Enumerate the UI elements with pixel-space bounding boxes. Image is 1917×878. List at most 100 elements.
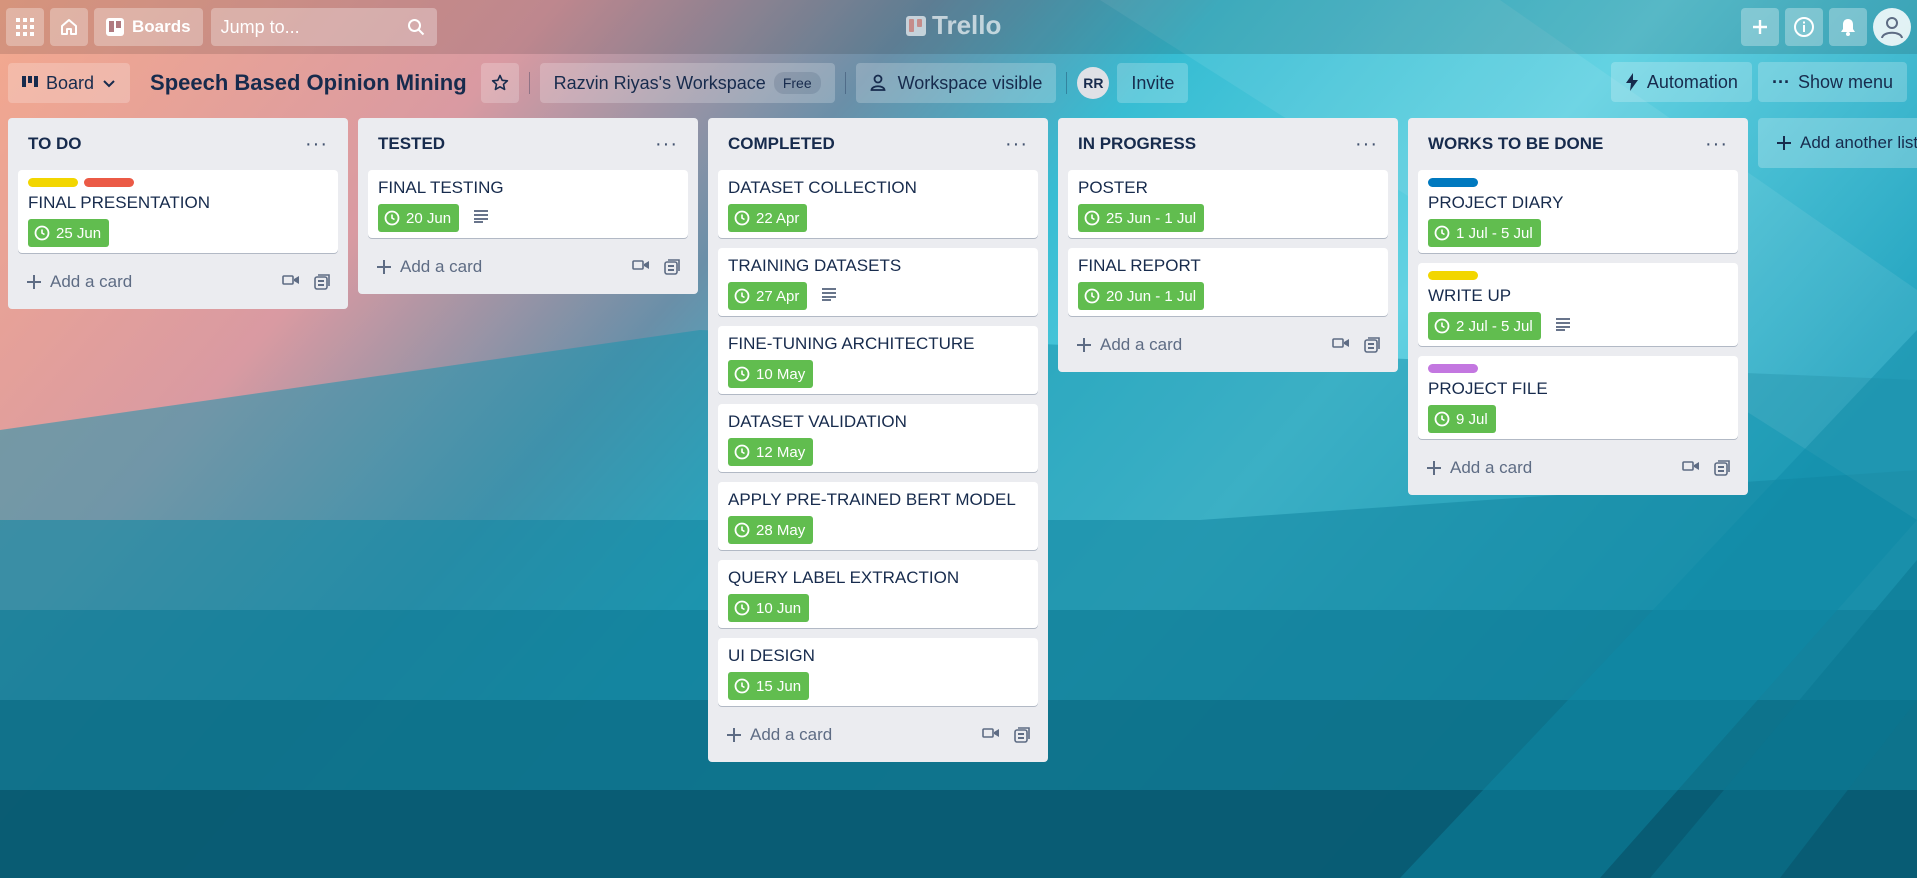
due-date-badge[interactable]: 27 Apr [728, 282, 808, 310]
due-date-badge[interactable]: 15 Jun [728, 672, 810, 700]
boards-button[interactable]: Boards [94, 8, 203, 46]
star-board-button[interactable] [480, 63, 519, 103]
list-title[interactable]: COMPLETED [728, 134, 835, 154]
card[interactable]: DATASET COLLECTION 22 Apr [718, 170, 1038, 238]
card-label[interactable] [28, 178, 78, 187]
due-date-badge[interactable]: 25 Jun [28, 219, 110, 247]
add-card-button[interactable]: Add a card [1076, 335, 1182, 355]
due-date-badge[interactable]: 1 Jul - 5 Jul [1428, 219, 1541, 247]
list-header[interactable]: TESTED ··· [368, 118, 688, 170]
add-card-actions [982, 727, 1030, 743]
list-header[interactable]: IN PROGRESS ··· [1068, 118, 1388, 170]
search-input[interactable]: Jump to... [210, 8, 437, 46]
due-date-badge[interactable]: 2 Jul - 5 Jul [1428, 312, 1541, 340]
card[interactable]: PROJECT DIARY 1 Jul - 5 Jul [1418, 170, 1738, 253]
due-date-badge[interactable]: 22 Apr [728, 204, 808, 232]
due-date-badge[interactable]: 25 Jun - 1 Jul [1078, 204, 1205, 232]
card-template-icon[interactable] [314, 274, 330, 290]
card-template-icon[interactable] [664, 259, 680, 275]
card-title: TRAINING DATASETS [728, 256, 902, 275]
board-view-label: Board [46, 72, 95, 93]
due-date-text: 22 Apr [756, 209, 800, 227]
card-label[interactable] [1428, 364, 1478, 373]
card-badges: 25 Jun - 1 Jul [1078, 204, 1378, 232]
card[interactable]: QUERY LABEL EXTRACTION 10 Jun [718, 560, 1038, 628]
list-actions-icon[interactable]: ··· [1355, 133, 1378, 156]
video-icon[interactable] [1682, 460, 1700, 472]
board-view-switcher[interactable]: Board [8, 63, 131, 103]
due-date-badge[interactable]: 10 May [728, 360, 814, 388]
video-icon[interactable] [632, 259, 650, 271]
card-label[interactable] [84, 178, 134, 187]
due-date-badge[interactable]: 20 Jun [378, 204, 460, 232]
card[interactable]: TRAINING DATASETS 27 Apr [718, 248, 1038, 316]
member-avatar[interactable]: RR [1077, 67, 1110, 99]
card-template-icon[interactable] [1364, 337, 1380, 353]
clock-icon [1084, 210, 1100, 226]
list-title[interactable]: TESTED [378, 134, 445, 154]
card[interactable]: UI DESIGN 15 Jun [718, 638, 1038, 706]
add-card-button[interactable]: Add a card [1426, 458, 1532, 478]
list-header[interactable]: COMPLETED ··· [718, 118, 1038, 170]
video-icon[interactable] [1332, 337, 1350, 349]
due-date-badge[interactable]: 28 May [728, 516, 814, 544]
list-actions-icon[interactable]: ··· [655, 133, 678, 156]
clock-icon [734, 522, 750, 538]
card-badges: 22 Apr [728, 204, 1028, 232]
due-date-text: 12 May [756, 443, 806, 461]
card-label[interactable] [1428, 178, 1478, 187]
visibility-button[interactable]: Workspace visible [855, 63, 1057, 103]
list-title[interactable]: WORKS TO BE DONE [1428, 134, 1603, 154]
card[interactable]: WRITE UP 2 Jul - 5 Jul [1418, 263, 1738, 346]
add-card-button[interactable]: Add a card [26, 272, 132, 292]
list: TO DO ··· FINAL PRESENTATION 25 Jun Add a ca… [8, 118, 348, 309]
card[interactable]: FINAL REPORT 20 Jun - 1 Jul [1068, 248, 1388, 316]
description-indicator [473, 209, 489, 228]
video-icon[interactable] [282, 274, 300, 286]
card[interactable]: DATASET VALIDATION 12 May [718, 404, 1038, 472]
due-date-badge[interactable]: 9 Jul [1428, 405, 1496, 433]
list-title[interactable]: TO DO [28, 134, 82, 154]
trello-logo[interactable]: Trello [906, 10, 1001, 41]
list-header[interactable]: TO DO ··· [18, 118, 338, 170]
add-card-button[interactable]: Add a card [376, 257, 482, 277]
show-menu-button[interactable]: ··· Show menu [1757, 62, 1907, 102]
board-title[interactable]: Speech Based Opinion Mining [150, 70, 467, 96]
video-icon[interactable] [982, 727, 1000, 739]
card-template-icon[interactable] [1714, 460, 1730, 476]
workspace-button[interactable]: Razvin Riyas's Workspace Free [539, 63, 835, 103]
list-title[interactable]: IN PROGRESS [1078, 134, 1196, 154]
card[interactable]: FINAL TESTING 20 Jun [368, 170, 688, 238]
create-button[interactable] [1741, 8, 1779, 46]
invite-button[interactable]: Invite [1117, 63, 1189, 103]
due-date-badge[interactable]: 12 May [728, 438, 814, 466]
account-button[interactable] [1873, 8, 1911, 46]
due-date-text: 20 Jun [406, 209, 452, 227]
card-label[interactable] [1428, 271, 1478, 280]
search-placeholder: Jump to... [220, 16, 300, 37]
card[interactable]: POSTER 25 Jun - 1 Jul [1068, 170, 1388, 238]
card[interactable]: APPLY PRE-TRAINED BERT MODEL 28 May [718, 482, 1038, 550]
card[interactable]: FINE-TUNING ARCHITECTURE 10 May [718, 326, 1038, 394]
information-button[interactable] [1785, 8, 1823, 46]
list-actions-icon[interactable]: ··· [305, 133, 328, 156]
due-date-badge[interactable]: 20 Jun - 1 Jul [1078, 282, 1205, 310]
notifications-button[interactable] [1829, 8, 1867, 46]
card[interactable]: PROJECT FILE 9 Jul [1418, 356, 1738, 439]
card[interactable]: FINAL PRESENTATION 25 Jun [18, 170, 338, 253]
card-template-icon[interactable] [1014, 727, 1030, 743]
card-badges: 20 Jun - 1 Jul [1078, 282, 1378, 310]
automation-button[interactable]: Automation [1610, 62, 1752, 102]
card-badges: 12 May [728, 438, 1028, 466]
list-header[interactable]: WORKS TO BE DONE ··· [1418, 118, 1738, 170]
add-another-list-button[interactable]: Add another list [1758, 118, 1917, 168]
home-button[interactable] [50, 8, 88, 46]
add-card-button[interactable]: Add a card [726, 725, 832, 745]
divider [1066, 72, 1068, 94]
show-menu-label: Show menu [1797, 71, 1893, 92]
due-date-badge[interactable]: 10 Jun [728, 594, 810, 622]
add-card-actions [632, 259, 680, 275]
list-actions-icon[interactable]: ··· [1005, 133, 1028, 156]
app-switcher-button[interactable] [6, 8, 44, 46]
list-actions-icon[interactable]: ··· [1705, 133, 1728, 156]
